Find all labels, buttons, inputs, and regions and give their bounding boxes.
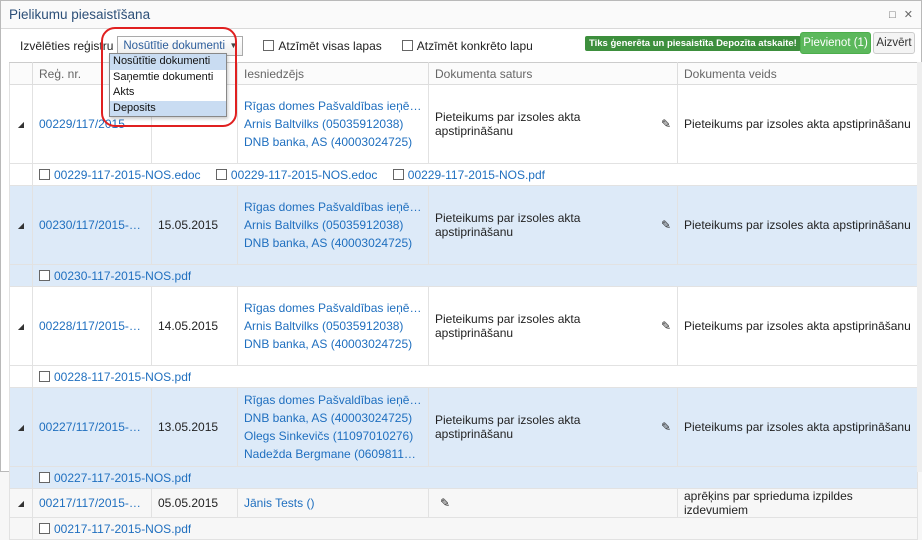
file-checkbox[interactable] [39, 472, 50, 483]
content-text: Pieteikums par izsoles akta apstiprināša… [435, 110, 581, 138]
date-cell: 13.05.2015 [151, 387, 238, 467]
submitter-link[interactable]: DNB banka, AS (40003024725) [244, 409, 422, 427]
file-checkbox[interactable] [39, 169, 50, 180]
table-row[interactable]: ◢ 00228/117/2015-NOS 14.05.2015 Rīgas do… [9, 286, 918, 366]
files-row: 00229-117-2015-NOS.edoc 00229-117-2015-N… [9, 163, 918, 186]
file-checkbox[interactable] [39, 270, 50, 281]
pencil-icon[interactable]: ✎ [661, 117, 671, 131]
attachment-dialog: Pielikumu piesaistīšana □ ✕ Izvēlēties r… [0, 0, 922, 540]
pencil-icon[interactable]: ✎ [661, 319, 671, 333]
collapse-icon[interactable]: ◢ [9, 488, 33, 518]
collapse-icon[interactable]: ◢ [9, 286, 33, 366]
reg-nr-link[interactable]: 00230/117/2015-NOS [39, 216, 145, 234]
files-row: 00217-117-2015-NOS.pdf [9, 517, 918, 540]
file-checkbox[interactable] [39, 523, 50, 534]
file-checkbox[interactable] [392, 169, 404, 180]
dialog-titlebar: Pielikumu piesaistīšana □ ✕ [1, 1, 921, 29]
mark-page-label: Atzīmēt konkrēto lapu [416, 38, 533, 53]
pencil-icon[interactable]: ✎ [440, 496, 450, 510]
submitter-link[interactable]: DNB banka, AS (40003024725) [244, 234, 422, 252]
date-cell: 14.05.2015 [151, 286, 238, 366]
reg-nr-link[interactable]: 00227/117/2015-NOS [39, 418, 145, 436]
submitter-link[interactable]: Olegs Sinkevičs (11097010276) [244, 427, 422, 445]
type-cell: aprēķins par sprieduma izpildes izdevumi… [677, 488, 918, 518]
file-checkbox[interactable] [215, 169, 227, 180]
submitter-link[interactable]: Rīgas domes Pašvaldības ieņēmu... [244, 391, 422, 409]
type-cell: Pieteikums par izsoles akta apstiprināša… [677, 286, 918, 366]
register-option[interactable]: Saņemtie dokumenti [110, 70, 226, 86]
content-text: Pieteikums par izsoles akta apstiprināša… [435, 312, 581, 340]
table-row[interactable]: ◢ 00230/117/2015-NOS 15.05.2015 Rīgas do… [9, 185, 918, 265]
date-cell: 15.05.2015 [151, 185, 238, 265]
collapse-icon[interactable]: ◢ [9, 84, 33, 164]
header-submitter[interactable]: Iesniedzējs [237, 62, 429, 85]
file-checkbox[interactable] [39, 371, 50, 382]
register-label: Izvēlēties reģistru [20, 38, 114, 53]
files-row: 00228-117-2015-NOS.pdf [9, 365, 918, 388]
file-link[interactable]: 00228-117-2015-NOS.pdf [54, 368, 191, 386]
type-cell: Pieteikums par izsoles akta apstiprināša… [677, 185, 918, 265]
file-link[interactable]: 00230-117-2015-NOS.pdf [54, 267, 191, 285]
file-link[interactable]: 00229-117-2015-NOS.pdf [408, 166, 545, 184]
table-row[interactable]: ◢ 00227/117/2015-NOS 13.05.2015 Rīgas do… [9, 387, 918, 467]
header-type[interactable]: Dokumenta veids [677, 62, 918, 85]
reg-nr-link[interactable]: 00229/117/2015 [39, 115, 145, 133]
header-content[interactable]: Dokumenta saturs [428, 62, 678, 85]
files-row: 00227-117-2015-NOS.pdf [9, 466, 918, 489]
header-expander [9, 62, 33, 85]
submitter-link[interactable]: Arnis Baltvilks (05035912038) [244, 216, 422, 234]
mark-all-label: Atzīmēt visas lapas [278, 38, 382, 53]
register-option[interactable]: Nosūtītie dokumenti [110, 54, 226, 70]
type-cell: Pieteikums par izsoles akta apstiprināša… [677, 387, 918, 467]
register-dropdown-list: Nosūtītie dokumenti Saņemtie dokumenti A… [109, 53, 227, 117]
register-select-value: Nosūtītie dokumenti [123, 39, 226, 52]
submitter-link[interactable]: Nadežda Bergmane (06098110213) [244, 445, 422, 463]
mark-page-checkbox[interactable] [401, 40, 413, 51]
files-row: 00230-117-2015-NOS.pdf [9, 264, 918, 287]
content-text: Pieteikums par izsoles akta apstiprināša… [435, 211, 581, 239]
minimize-icon[interactable]: □ [889, 9, 896, 21]
submitter-link[interactable]: Rīgas domes Pašvaldības ieņēmu... [244, 299, 422, 317]
documents-table: Reģ. nr. Iesniedzējs Dokumenta saturs Do… [9, 62, 918, 540]
collapse-icon[interactable]: ◢ [9, 185, 33, 265]
type-cell: Pieteikums par izsoles akta apstiprināša… [677, 84, 918, 164]
pencil-icon[interactable]: ✎ [661, 420, 671, 434]
submitter-link[interactable]: DNB banka, AS (40003024725) [244, 335, 422, 353]
register-option[interactable]: Deposits [110, 100, 226, 116]
file-link[interactable]: 00229-117-2015-NOS.edoc [54, 166, 201, 184]
submitter-link[interactable]: Rīgas domes Pašvaldības ieņēmu... [244, 97, 422, 115]
submitter-link[interactable]: Rīgas domes Pašvaldības ieņēmu... [244, 198, 422, 216]
add-button[interactable]: Pievienot (1) [800, 32, 871, 54]
deposit-notice-badge: Tiks ģenerēta un piesaistīta Depozīta at… [585, 36, 801, 51]
close-button[interactable]: Aizvērt [873, 32, 915, 54]
file-link[interactable]: 00227-117-2015-NOS.pdf [54, 469, 191, 487]
submitter-link[interactable]: Jānis Tests () [244, 494, 422, 512]
dialog-title: Pielikumu piesaistīšana [9, 7, 151, 22]
close-icon[interactable]: ✕ [904, 8, 913, 21]
register-option[interactable]: Akts [110, 85, 226, 101]
submitter-link[interactable]: DNB banka, AS (40003024725) [244, 133, 422, 151]
collapse-icon[interactable]: ◢ [9, 387, 33, 467]
file-link[interactable]: 00229-117-2015-NOS.edoc [231, 166, 378, 184]
pencil-icon[interactable]: ✎ [661, 218, 671, 232]
submitter-link[interactable]: Arnis Baltvilks (05035912038) [244, 115, 422, 133]
mark-all-pages[interactable]: Atzīmēt visas lapas [263, 38, 382, 53]
reg-nr-link[interactable]: 00217/117/2015-NOS [39, 494, 145, 512]
mark-current-page[interactable]: Atzīmēt konkrēto lapu [401, 38, 533, 53]
date-cell: 05.05.2015 [151, 488, 238, 518]
content-text: Pieteikums par izsoles akta apstiprināša… [435, 413, 581, 441]
chevron-down-icon: ▼ [229, 41, 238, 50]
scrollbar[interactable] [917, 62, 922, 472]
reg-nr-link[interactable]: 00228/117/2015-NOS [39, 317, 145, 335]
file-link[interactable]: 00217-117-2015-NOS.pdf [54, 520, 191, 538]
submitter-link[interactable]: Arnis Baltvilks (05035912038) [244, 317, 422, 335]
mark-all-checkbox[interactable] [263, 40, 275, 51]
table-row[interactable]: ◢ 00217/117/2015-NOS 05.05.2015 Jānis Te… [9, 488, 918, 518]
